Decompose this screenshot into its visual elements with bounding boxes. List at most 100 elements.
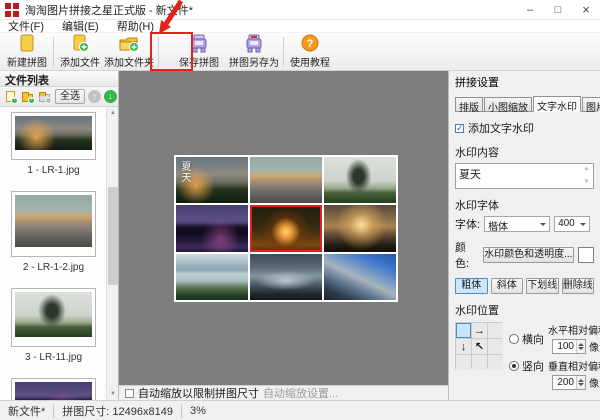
- status-bar: 新文件* 拼图尺寸: 12496x8149 3%: [0, 400, 600, 420]
- font-label: 字体:: [455, 216, 480, 232]
- collage-photo-2[interactable]: [250, 157, 322, 203]
- font-family-select[interactable]: 楷体: [484, 216, 550, 232]
- close-button[interactable]: ×: [572, 0, 600, 20]
- tab-thumb-scale[interactable]: 小图缩放: [484, 97, 532, 111]
- status-filename: 新文件*: [0, 403, 53, 419]
- file-list-header: 文件列表: [0, 71, 118, 87]
- toolbar-separator: [53, 37, 54, 67]
- file-list-item[interactable]: 1 - LR-1.jpg: [0, 112, 107, 186]
- collage-photo-3[interactable]: [324, 157, 396, 203]
- tutorial-button[interactable]: ? 使用教程: [287, 34, 333, 70]
- menu-help[interactable]: 帮助(H): [117, 18, 154, 34]
- position-cell[interactable]: [488, 323, 503, 338]
- app-window: 淘淘图片拼接之星正式版 - 新文件* – □ × 文件(F) 编辑(E) 帮助(…: [0, 0, 600, 420]
- font-weight-select[interactable]: 400: [554, 216, 590, 232]
- autoscale-checkbox[interactable]: [125, 389, 134, 398]
- arrow-right-icon[interactable]: →: [472, 323, 487, 338]
- h-offset-spinner[interactable]: 100: [552, 339, 586, 354]
- thumbnail-label: 1 - LR-1.jpg: [27, 165, 79, 176]
- collage-photo-5-selected[interactable]: [250, 205, 322, 251]
- watermark-color-button[interactable]: 水印颜色和透明度...: [483, 247, 574, 263]
- italic-button[interactable]: 斜体: [491, 278, 524, 294]
- collage-photo-4[interactable]: [176, 205, 248, 251]
- scroll-up-icon[interactable]: ▲: [107, 107, 118, 119]
- add-folder-button[interactable]: 添加文件夹: [103, 34, 155, 70]
- tab-layout[interactable]: 排版: [455, 97, 483, 111]
- autoscale-settings-link[interactable]: 自动缩放设置...: [263, 385, 338, 401]
- radio-vertical[interactable]: 竖向: [509, 358, 548, 374]
- textbox-scroll-down-icon[interactable]: ▼: [581, 178, 592, 187]
- watermark-position-group-label: 水印位置: [455, 302, 594, 318]
- position-cell[interactable]: [456, 355, 471, 370]
- file-list-scrollbar[interactable]: ▲ ▼: [106, 107, 118, 400]
- collage-photo-8[interactable]: [250, 254, 322, 300]
- arrow-diagonal-icon[interactable]: ↖: [472, 339, 487, 354]
- bold-button[interactable]: 粗体: [455, 278, 488, 294]
- textbox-scroll-up-icon[interactable]: ▲: [581, 165, 592, 174]
- title-bar: 淘淘图片拼接之星正式版 - 新文件* – □ ×: [0, 0, 600, 20]
- file-list-item[interactable]: 3 - LR-11.jpg: [0, 288, 107, 373]
- position-cell[interactable]: [488, 355, 503, 370]
- radio-circle[interactable]: [509, 334, 519, 344]
- file-list-panel: 文件列表 + + 全选 ↑ ↓ 1 - LR-1.jpg 2 - LR-1-: [0, 71, 119, 400]
- file-list-toolbar: + + 全选 ↑ ↓: [0, 87, 118, 107]
- svg-text:?: ?: [307, 38, 314, 50]
- select-all-button[interactable]: 全选: [55, 89, 85, 104]
- thumbnail[interactable]: [11, 112, 96, 160]
- settings-tabs: 排版 小图缩放 文字水印 图片水印: [455, 96, 594, 112]
- maximize-button[interactable]: □: [544, 0, 572, 20]
- collage-photo-1[interactable]: 夏天: [176, 157, 248, 203]
- watermark-content-label: 水印内容: [455, 144, 594, 160]
- app-logo-icon: [5, 3, 19, 17]
- status-collage-size: 拼图尺寸: 12496x8149: [54, 403, 181, 419]
- new-collage-button[interactable]: 新建拼图: [4, 34, 50, 70]
- v-offset-spinner[interactable]: 200: [552, 375, 586, 390]
- strikethrough-button[interactable]: 删除线: [562, 278, 595, 294]
- add-folder-small-icon[interactable]: +: [21, 90, 35, 104]
- position-cell[interactable]: [488, 339, 503, 354]
- save-collage-icon: [189, 34, 209, 53]
- settings-header: 拼接设置: [455, 74, 594, 90]
- file-list-item[interactable]: [0, 378, 107, 400]
- collage-photo-9[interactable]: [324, 254, 396, 300]
- window-title: 淘淘图片拼接之星正式版 - 新文件*: [25, 2, 193, 18]
- add-file-icon: [70, 34, 90, 53]
- spinner-arrows-icon[interactable]: [576, 376, 585, 389]
- thumbnail[interactable]: [11, 288, 96, 347]
- preview-canvas[interactable]: 夏天: [119, 71, 448, 385]
- scroll-down-icon[interactable]: ▼: [107, 388, 118, 400]
- file-list-item[interactable]: 2 - LR-1-2.jpg: [0, 191, 107, 283]
- menu-file[interactable]: 文件(F): [8, 18, 44, 34]
- move-down-icon[interactable]: ↓: [104, 90, 117, 103]
- arrow-down-icon[interactable]: ↓: [456, 339, 471, 354]
- tab-image-watermark[interactable]: 图片水印: [582, 97, 600, 111]
- remove-image-icon: [38, 90, 52, 104]
- add-image-icon[interactable]: +: [4, 90, 18, 104]
- position-cell-top-left[interactable]: [456, 323, 471, 338]
- save-collage-button[interactable]: 保存拼图: [176, 34, 222, 70]
- underline-button[interactable]: 下划线: [526, 278, 559, 294]
- thumbnail[interactable]: [11, 378, 96, 400]
- spinner-arrows-icon[interactable]: [576, 340, 585, 353]
- position-cell[interactable]: [472, 355, 487, 370]
- add-watermark-checkbox[interactable]: [455, 124, 464, 133]
- menu-edit[interactable]: 编辑(E): [62, 18, 99, 34]
- position-grid: → ↓ ↖: [455, 322, 502, 369]
- color-label: 颜色:: [455, 239, 479, 271]
- radio-horizontal[interactable]: 横向: [509, 331, 548, 347]
- settings-panel: 拼接设置 排版 小图缩放 文字水印 图片水印 添加文字水印 水印内容 夏天 ▲ …: [448, 71, 600, 400]
- tab-text-watermark[interactable]: 文字水印: [533, 96, 581, 112]
- minimize-button[interactable]: –: [516, 0, 544, 20]
- radio-circle-selected[interactable]: [509, 361, 519, 371]
- watermark-text: 夏天: [179, 161, 190, 183]
- file-list: 1 - LR-1.jpg 2 - LR-1-2.jpg 3 - LR-11.jp…: [0, 107, 118, 400]
- watermark-content-input[interactable]: 夏天 ▲ ▼: [455, 163, 594, 189]
- add-file-button[interactable]: 添加文件: [57, 34, 103, 70]
- save-as-button[interactable]: 拼图另存为: [228, 34, 280, 70]
- collage-photo-7[interactable]: [176, 254, 248, 300]
- thumbnail[interactable]: [11, 191, 96, 257]
- collage-photo-6[interactable]: [324, 205, 396, 251]
- color-swatch[interactable]: [578, 247, 594, 263]
- scrollbar-thumb[interactable]: [108, 187, 118, 285]
- h-offset-unit: 像素: [589, 339, 600, 354]
